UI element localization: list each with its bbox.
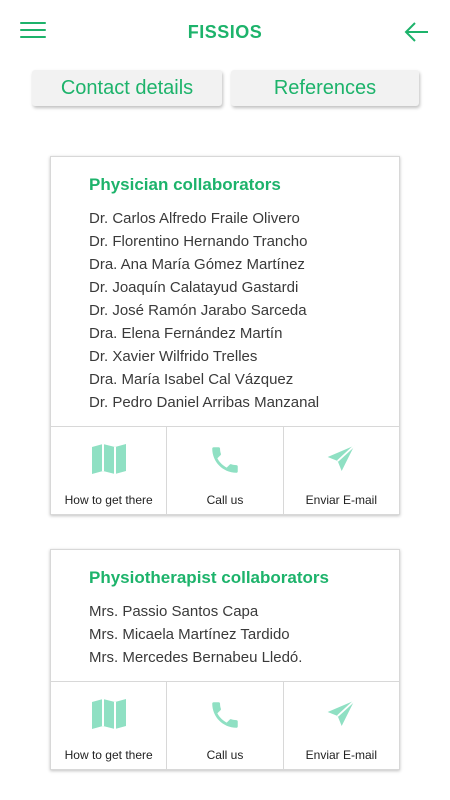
arrow-left-icon[interactable] xyxy=(404,20,430,44)
list-item: Dr. Florentino Hernando Trancho xyxy=(89,233,308,250)
name-list: Dr. Carlos Alfredo Fraile Olivero Dr. Fl… xyxy=(89,207,319,414)
list-item: Mrs. Passio Santos Capa xyxy=(89,603,259,620)
top-app-bar: FISSIOS xyxy=(0,0,450,64)
action-label: Enviar E-mail xyxy=(305,748,377,762)
map-icon xyxy=(91,444,126,474)
call-us-button[interactable]: Call us xyxy=(166,682,282,769)
card-title: Physiotherapist collaborators xyxy=(89,568,329,587)
list-item: Dr. Joaquín Calatayud Gastardi xyxy=(89,279,299,296)
list-item: Dra. Ana María Gómez Martínez xyxy=(89,256,305,273)
how-to-get-there-button[interactable]: How to get there xyxy=(51,427,166,514)
action-label: How to get there xyxy=(64,748,153,762)
name-list: Mrs. Passio Santos Capa Mrs. Micaela Mar… xyxy=(89,600,302,669)
list-item: Dr. Xavier Wilfrido Trelles xyxy=(89,348,258,365)
tab-bar: Contact details References xyxy=(32,70,420,108)
send-email-button[interactable]: Enviar E-mail xyxy=(282,427,399,514)
how-to-get-there-button[interactable]: How to get there xyxy=(51,682,166,769)
send-icon xyxy=(327,444,356,471)
app-title: FISSIOS xyxy=(187,22,263,42)
list-item: Dr. José Ramón Jarabo Sarceda xyxy=(89,302,307,319)
card-actions: How to get there Call us Enviar E-mail xyxy=(51,426,399,514)
list-item: Dra. María Isabel Cal Vázquez xyxy=(89,371,294,388)
list-item: Mrs. Micaela Martínez Tardido xyxy=(89,626,290,643)
list-item: Dra. Elena Fernández Martín xyxy=(89,325,283,342)
call-us-button[interactable]: Call us xyxy=(166,427,282,514)
list-item: Dr. Carlos Alfredo Fraile Olivero xyxy=(89,210,300,227)
list-item: Dr. Pedro Daniel Arribas Manzanal xyxy=(89,394,320,411)
send-icon xyxy=(327,699,356,726)
map-icon xyxy=(91,699,126,729)
phone-icon xyxy=(212,447,238,473)
tab-references[interactable]: References xyxy=(231,70,419,106)
physician-collaborators-card: Physician collaborators Dr. Carlos Alfre… xyxy=(50,156,400,515)
phone-icon xyxy=(212,702,238,728)
send-email-button[interactable]: Enviar E-mail xyxy=(282,682,399,769)
action-label: Call us xyxy=(206,748,244,762)
physiotherapist-collaborators-card: Physiotherapist collaborators Mrs. Passi… xyxy=(50,549,400,770)
card-title: Physician collaborators xyxy=(89,175,281,194)
card-actions: How to get there Call us Enviar E-mail xyxy=(51,681,399,769)
action-label: Call us xyxy=(206,493,244,507)
action-label: Enviar E-mail xyxy=(305,493,377,507)
tab-contact-details[interactable]: Contact details xyxy=(32,70,222,106)
list-item: Mrs. Mercedes Bernabeu Lledó. xyxy=(89,649,303,666)
action-label: How to get there xyxy=(64,493,153,507)
